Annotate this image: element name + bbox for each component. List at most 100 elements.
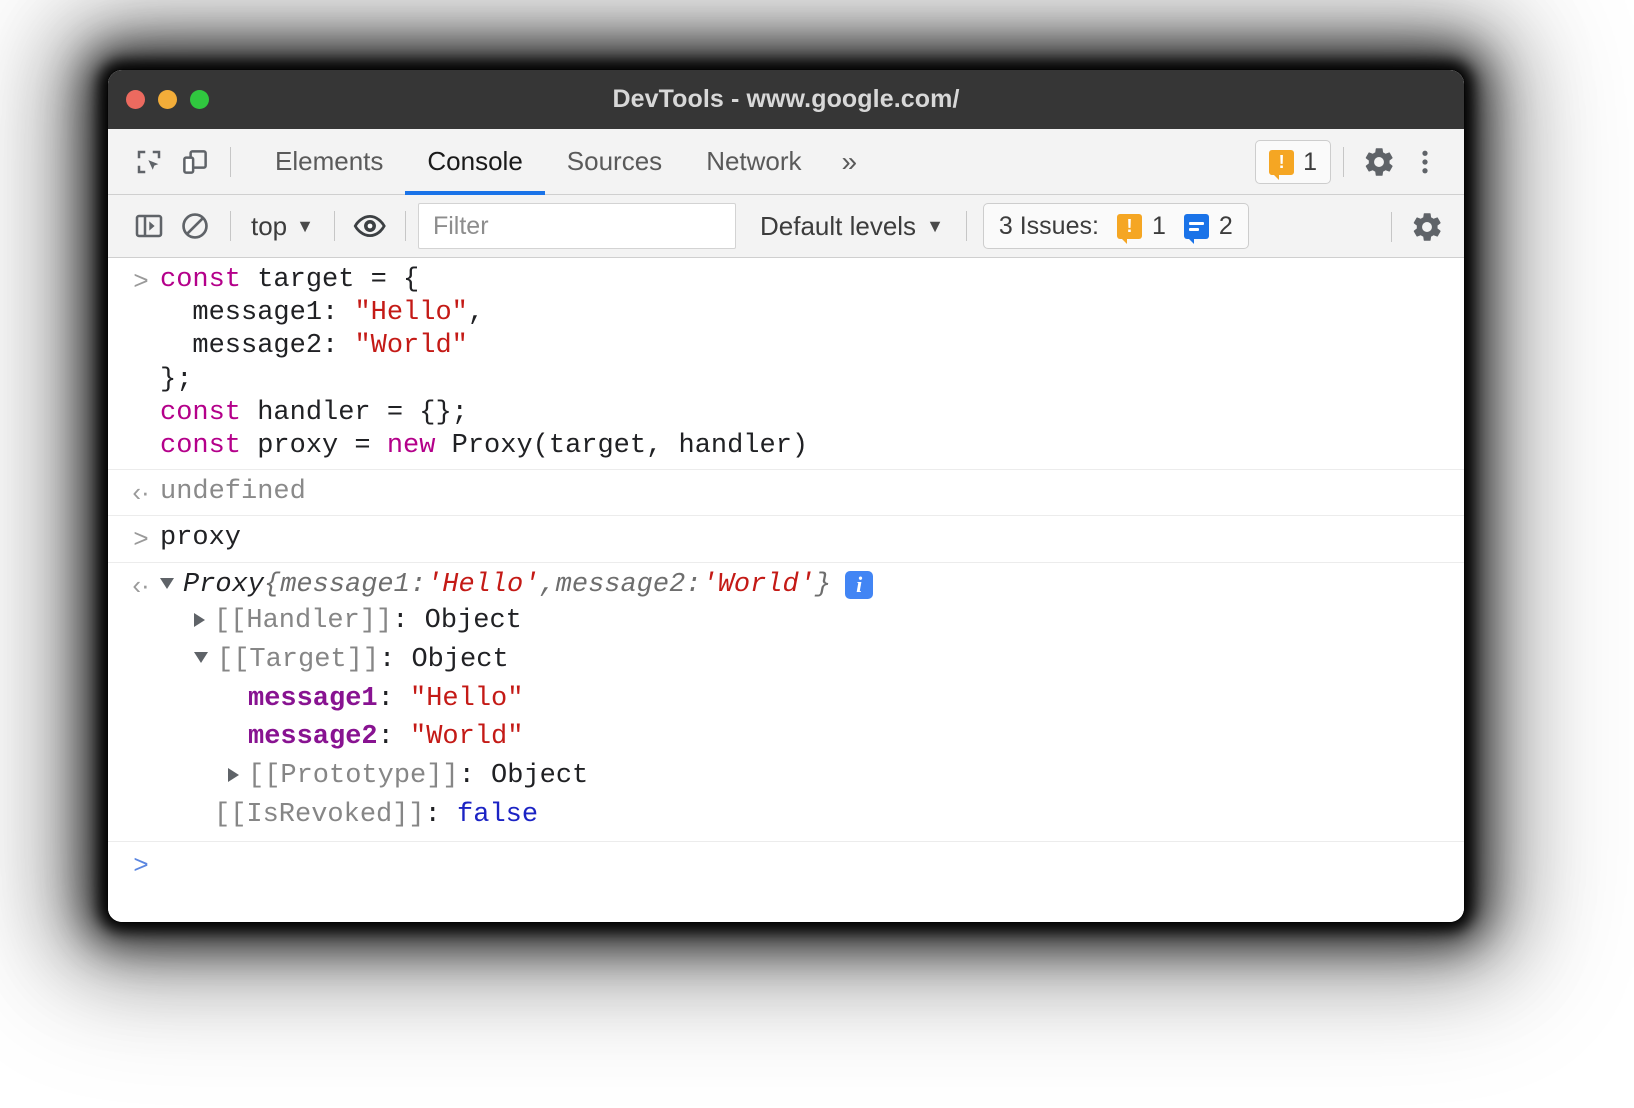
expand-toggle-closed-icon[interactable] <box>228 768 239 782</box>
tab-sources[interactable]: Sources <box>545 129 684 195</box>
zoom-window-button[interactable] <box>190 90 209 109</box>
property-separator: : <box>392 606 424 636</box>
console-toolbar: top ▼ Default levels ▼ 3 Issues: <box>108 195 1464 258</box>
issues-counter-button[interactable]: ! 1 <box>1255 140 1331 184</box>
minimize-window-button[interactable] <box>158 90 177 109</box>
code-token: "World" <box>354 331 467 361</box>
console-toolbar-right <box>1379 195 1450 258</box>
console-prompt-row[interactable]: > <box>108 842 1464 910</box>
code-token: handler = {}; <box>241 398 468 428</box>
console-message-list[interactable]: > const target = { message1: "Hello", mes… <box>108 258 1464 922</box>
property-separator: : <box>459 761 491 791</box>
property-separator: : <box>378 722 410 752</box>
code-line: message1: "Hello", <box>160 297 1464 330</box>
clear-console-button[interactable] <box>172 203 218 249</box>
console-result-proxy: ‹· Proxy { message1: 'Hello' , message2:… <box>108 563 1464 842</box>
devtools-window: DevTools - www.google.com/ Elements <box>108 70 1464 922</box>
object-property-row: message1: "Hello" <box>160 680 1464 719</box>
execution-context-label: top <box>251 211 287 242</box>
inspect-element-icon <box>134 147 164 177</box>
eye-icon <box>353 209 387 243</box>
preview-key-0: message1: <box>280 569 426 602</box>
toggle-device-toolbar-button[interactable] <box>172 139 218 185</box>
info-badge-icon <box>1184 214 1209 239</box>
code-line: undefined <box>160 476 1464 509</box>
devtools-more-options-button[interactable] <box>1402 139 1448 185</box>
proxy-property-rows: [[Handler]]: Object[[Target]]: Objectmes… <box>160 602 1464 835</box>
expand-toggle-closed-icon[interactable] <box>194 613 205 627</box>
code-token: const <box>160 265 241 295</box>
inspect-element-button[interactable] <box>126 139 172 185</box>
gear-icon <box>1362 145 1396 179</box>
execution-context-selector[interactable]: top ▼ <box>243 204 322 248</box>
console-entries: > const target = { message1: "Hello", mes… <box>108 258 1464 563</box>
console-output-entry: ‹·undefined <box>108 470 1464 516</box>
issues-summary-label: 3 Issues: <box>999 212 1099 241</box>
code-line: proxy <box>160 522 1464 555</box>
chevron-down-icon: ▼ <box>296 217 314 235</box>
code-line: const target = { <box>160 264 1464 297</box>
log-levels-label: Default levels <box>760 211 916 242</box>
property-name: message1 <box>248 684 378 714</box>
console-filter-input[interactable] <box>418 203 736 249</box>
traffic-light-group <box>126 70 209 129</box>
object-property-row: [[IsRevoked]]: false <box>160 796 1464 835</box>
issues-count-label: 1 <box>1303 148 1317 177</box>
input-gutter-icon: > <box>128 523 154 555</box>
console-settings-button[interactable] <box>1404 204 1450 250</box>
devtools-settings-button[interactable] <box>1356 139 1402 185</box>
preview-separator: , <box>539 569 555 602</box>
expand-toggle-open-icon[interactable] <box>160 578 174 589</box>
more-tabs-button[interactable]: » <box>824 129 876 195</box>
code-token: const <box>160 431 241 461</box>
property-value: Object <box>411 645 508 675</box>
property-name: [[Target]] <box>217 645 379 675</box>
live-expression-button[interactable] <box>347 203 393 249</box>
device-toolbar-icon <box>180 147 210 177</box>
object-property-row[interactable]: [[Target]]: Object <box>160 641 1464 680</box>
code-token: const <box>160 398 241 428</box>
proxy-result-content: Proxy { message1: 'Hello' , message2: 'W… <box>160 569 1464 835</box>
console-entry-text: const target = { message1: "Hello", mess… <box>160 264 1464 463</box>
devtools-tabstrip: Elements Console Sources Network » ! <box>108 129 1464 195</box>
tab-network[interactable]: Network <box>684 129 823 195</box>
window-titlebar: DevTools - www.google.com/ <box>108 70 1464 129</box>
code-token: message2: <box>160 331 354 361</box>
code-token: new <box>387 431 436 461</box>
code-token: target = { <box>241 265 419 295</box>
tab-network-label: Network <box>706 146 801 177</box>
info-icon[interactable]: i <box>845 571 873 599</box>
object-property-row: message2: "World" <box>160 718 1464 757</box>
object-property-row[interactable]: [[Prototype]]: Object <box>160 757 1464 796</box>
code-line: const handler = {}; <box>160 397 1464 430</box>
expand-toggle-open-icon[interactable] <box>194 652 208 663</box>
code-token: , <box>468 298 484 328</box>
property-separator: : <box>379 645 411 675</box>
log-levels-selector[interactable]: Default levels ▼ <box>754 204 950 248</box>
object-property-row[interactable]: [[Handler]]: Object <box>160 602 1464 641</box>
clear-console-icon <box>179 210 211 242</box>
close-window-button[interactable] <box>126 90 145 109</box>
issues-summary-button[interactable]: 3 Issues: ! 1 2 <box>983 203 1249 249</box>
property-value: "Hello" <box>410 684 523 714</box>
code-token: proxy <box>160 523 241 553</box>
screenshot-stage: DevTools - www.google.com/ Elements <box>0 0 1634 1108</box>
console-toolbar-divider-3 <box>405 211 406 241</box>
proxy-header-row[interactable]: Proxy { message1: 'Hello' , message2: 'W… <box>160 569 1464 602</box>
warning-badge-icon: ! <box>1269 150 1294 175</box>
property-separator: : <box>378 684 410 714</box>
preview-close-brace: } <box>815 569 831 602</box>
code-token: undefined <box>160 477 306 507</box>
console-entry-text: undefined <box>160 476 1464 509</box>
tab-elements[interactable]: Elements <box>253 129 405 195</box>
tab-console-label: Console <box>427 146 522 177</box>
tab-console[interactable]: Console <box>405 129 544 195</box>
more-tabs-icon: » <box>842 146 858 178</box>
console-sidebar-button[interactable] <box>126 203 172 249</box>
property-value: "World" <box>410 722 523 752</box>
property-name: [[Prototype]] <box>248 761 459 791</box>
proxy-type-label: Proxy <box>183 569 264 602</box>
code-line: const proxy = new Proxy(target, handler) <box>160 430 1464 463</box>
tab-elements-label: Elements <box>275 146 383 177</box>
code-token: message1: <box>160 298 354 328</box>
